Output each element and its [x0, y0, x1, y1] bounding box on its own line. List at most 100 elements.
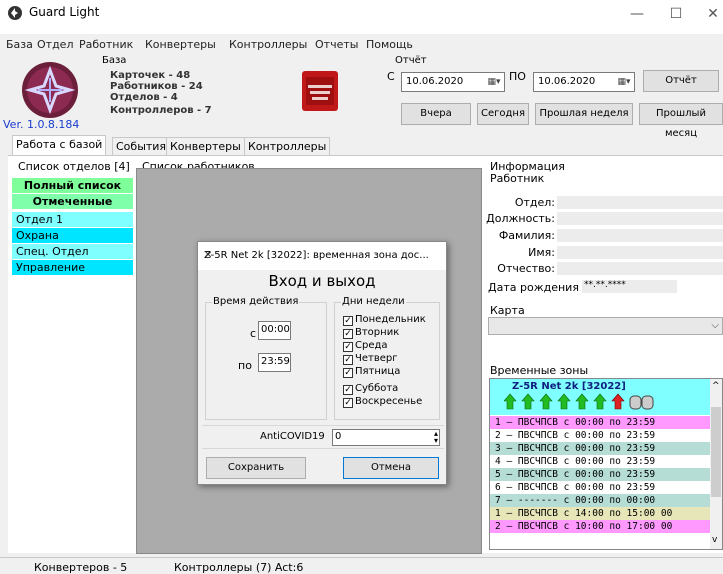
dept-item-marked[interactable]: Отмеченные — [12, 194, 133, 210]
timezone-row[interactable]: 6 – ПВСЧПСВ с 00:00 по 23:59 — [490, 481, 712, 494]
from-date-value: 10.06.2020 — [406, 76, 464, 87]
dialog-close-icon[interactable]: ✕ — [204, 250, 440, 261]
name-value — [557, 246, 723, 259]
department-caption: Список отделов [4] — [18, 160, 130, 173]
surname-label: Фамилия: — [498, 229, 555, 242]
calendar-dropdown-icon[interactable]: ▦▾ — [486, 75, 502, 89]
time-to-label: по — [238, 359, 252, 372]
logo-icon — [22, 62, 78, 118]
controllers-status: Контроллеры (7) Act:6 — [174, 561, 304, 574]
zone-name-row: AntiCOVID19 0 ▴ ▾ — [202, 425, 444, 449]
birth-label: Дата рождения — [488, 281, 579, 294]
menu-item-reports[interactable]: Отчеты — [315, 38, 358, 51]
day-checkbox-saturday[interactable]: ✓ Суббота — [343, 383, 398, 395]
close-button[interactable]: ✕ — [696, 2, 723, 26]
cards-count: Карточек - 48 — [110, 70, 191, 81]
worker-caption: Работник — [490, 172, 545, 185]
timezone-controller: Z-5R Net 2k [32022] — [512, 381, 626, 392]
menu-item-base[interactable]: База — [6, 38, 33, 51]
menu-item-help[interactable]: Помощь — [366, 38, 413, 51]
workers-count: Работников - 24 — [110, 81, 203, 92]
timezone-row[interactable]: 7 – ------- с 00:00 по 00:00 — [490, 494, 712, 507]
tab-events[interactable]: События — [112, 137, 171, 155]
menu-bar: База Отдел Работник Конвертеры Контролле… — [0, 38, 723, 54]
menu-item-controllers[interactable]: Контроллеры — [229, 38, 307, 51]
dialog-heading: Вход и выход — [268, 272, 376, 290]
time-from-label: с — [250, 327, 257, 340]
day-checkbox-friday[interactable]: ✓ Пятница — [343, 366, 400, 378]
menu-item-worker[interactable]: Работник — [79, 38, 133, 51]
day-checkbox-thursday[interactable]: ✓ Четверг — [343, 353, 397, 365]
report-group: Отчёт С 10.06.2020 ▦▾ ПО 10.06.2020 ▦▾ О… — [381, 55, 723, 139]
position-value — [557, 212, 723, 225]
timezone-row[interactable]: 2 – ПВСЧПСВ с 00:00 по 23:59 — [490, 429, 712, 442]
tab-converters[interactable]: Конвертеры — [166, 137, 245, 155]
time-group: Время действия с 00:00 по 23:59 — [205, 296, 327, 420]
to-date-input[interactable]: 10.06.2020 ▦▾ — [533, 72, 635, 92]
dept-item-dept1[interactable]: Отдел 1 — [12, 212, 133, 228]
chevron-down-icon: ⌵ — [711, 320, 719, 331]
tab-strip: Работа с базой События Конвертеры Контро… — [0, 135, 723, 155]
menu-item-dept[interactable]: Отдел — [37, 38, 73, 51]
time-to-input[interactable]: 23:59 — [258, 353, 291, 372]
timezone-scrollbar[interactable]: ^ v — [710, 379, 722, 549]
card-select[interactable]: ⌵ — [488, 317, 723, 335]
info-panel: Информация Работник Отдел: Должность: Фа… — [486, 160, 723, 360]
from-date-input[interactable]: 10.06.2020 ▦▾ — [401, 72, 505, 92]
timezone-row[interactable]: 1 – ПВСЧПСВ с 14:00 по 15:00 00 — [490, 507, 712, 520]
day-checkbox-sunday[interactable]: ✓ Воскресенье — [343, 396, 422, 408]
day-checkbox-tuesday[interactable]: ✓ Вторник — [343, 327, 399, 339]
scroll-thumb[interactable] — [711, 407, 721, 497]
stats-caption: База — [102, 55, 127, 66]
last-month-button[interactable]: Прошлый месяц — [639, 103, 723, 139]
to-date-value: 10.06.2020 — [538, 76, 596, 87]
timezone-row[interactable]: 3 – ПВСЧПСВ с 00:00 по 23:59 — [490, 442, 712, 455]
surname-value — [557, 229, 723, 242]
timezone-header: Z-5R Net 2k [32022] — [490, 379, 712, 415]
cancel-button[interactable]: Отмена — [343, 457, 439, 479]
from-label: С — [387, 70, 395, 83]
window-title: Guard Light — [29, 5, 100, 19]
top-panel: Ver. 1.0.8.184 База Карточек - 48 Работн… — [0, 55, 723, 139]
menu-item-converters[interactable]: Конвертеры — [145, 38, 216, 51]
timezone-row[interactable]: 4 – ПВСЧПСВ с 00:00 по 23:59 — [490, 455, 712, 468]
today-button[interactable]: Сегодня — [477, 103, 529, 125]
dept-item-management[interactable]: Управление — [12, 260, 133, 276]
save-button[interactable]: Сохранить — [206, 457, 306, 479]
report-button[interactable]: Отчёт — [643, 70, 719, 92]
day-checkbox-monday[interactable]: ✓ Понедельник — [343, 314, 426, 326]
minimize-button[interactable]: — — [620, 2, 654, 26]
time-from-input[interactable]: 00:00 — [258, 321, 291, 340]
calendar-dropdown-icon[interactable]: ▦▾ — [616, 75, 632, 89]
controllers-count: Контроллеров - 7 — [110, 105, 212, 116]
timezone-row[interactable]: 1 – ПВСЧПСВ с 00:00 по 23:59 — [490, 416, 712, 429]
scroll-down-icon[interactable]: v — [712, 535, 717, 545]
dept-item-full-list[interactable]: Полный список — [12, 178, 133, 194]
tab-database[interactable]: Работа с базой — [12, 135, 107, 155]
report-caption: Отчёт — [395, 55, 427, 66]
app-icon — [8, 6, 22, 20]
timezone-row[interactable]: 5 – ПВСЧПСВ с 00:00 по 23:59 — [490, 468, 712, 481]
scroll-up-icon[interactable]: ^ — [712, 381, 720, 391]
tab-controllers[interactable]: Контроллеры — [244, 137, 331, 155]
dept-item-special[interactable]: Спец. Отдел — [12, 244, 133, 260]
converters-status: Конвертеров - 5 — [34, 561, 128, 574]
departments-count: Отделов - 4 — [110, 92, 178, 103]
emergency-button-icon[interactable] — [300, 69, 340, 113]
zone-number-input[interactable]: 0 ▴ ▾ — [332, 429, 440, 446]
status-bar: Конвертеров - 5 Контроллеры (7) Act:6 — [0, 557, 723, 574]
stats-group: База Карточек - 48 Работников - 24 Отдел… — [96, 55, 286, 121]
timezone-row[interactable]: 2 – ПВСЧПСВ с 10:00 по 17:00 00 — [490, 520, 712, 533]
name-label: Имя: — [528, 246, 555, 259]
spinner-icon[interactable]: ▴ ▾ — [434, 430, 438, 445]
last-week-button[interactable]: Прошлая неделя — [535, 103, 633, 125]
dialog-titlebar: Z-5R Net 2k [32022]: временная зона дос.… — [198, 242, 446, 270]
dept-label: Отдел: — [514, 196, 555, 209]
dept-item-security[interactable]: Охрана — [12, 228, 133, 244]
timezones-list[interactable]: Z-5R Net 2k [32022] 1 – ПВСЧПСВ с 00:00 … — [489, 378, 723, 550]
position-label: Должность: — [486, 212, 555, 225]
patronymic-value — [557, 262, 723, 275]
maximize-button[interactable]: ☐ — [659, 2, 693, 26]
yesterday-button[interactable]: Вчера — [401, 103, 471, 125]
day-checkbox-wednesday[interactable]: ✓ Среда — [343, 340, 388, 352]
